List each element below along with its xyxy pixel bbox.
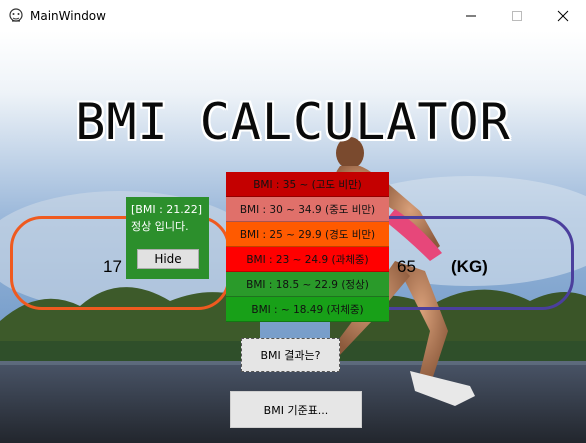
window-title: MainWindow: [30, 8, 106, 23]
hide-button[interactable]: Hide: [137, 249, 199, 269]
bmi-criteria-table-button[interactable]: BMI 기준표...: [230, 391, 362, 428]
bmi-scale-row-normal: BMI : 18.5 ~ 22.9 (정상): [226, 272, 389, 297]
bmi-scale: BMI : 35 ~ (고도 비만) BMI : 30 ~ 34.9 (중도 비…: [226, 172, 389, 322]
height-input[interactable]: 17: [103, 257, 122, 277]
close-button[interactable]: [540, 0, 586, 31]
weight-unit-label: (KG): [451, 257, 488, 276]
title-bar[interactable]: MainWindow: [0, 0, 586, 31]
weight-input[interactable]: 65: [397, 257, 416, 277]
minimize-icon: [466, 15, 476, 16]
check-bmi-result-button[interactable]: BMI 결과는?: [241, 338, 340, 372]
main-window: MainWindow BMI CALCULATOR 17 65 (KG) [BM…: [0, 0, 586, 443]
bmi-scale-row-mild-obesity: BMI : 25 ~ 29.9 (경도 비만): [226, 222, 389, 247]
client-area: BMI CALCULATOR 17 65 (KG) [BMI : 21.22] …: [0, 31, 586, 443]
maximize-icon: [512, 10, 522, 21]
minimize-button[interactable]: [448, 0, 494, 31]
bmi-result-value: [BMI : 21.22]: [131, 203, 203, 216]
bmi-scale-row-severe-obesity: BMI : 35 ~ (고도 비만): [226, 172, 389, 197]
app-heading: BMI CALCULATOR: [75, 93, 511, 151]
bmi-result-panel: [BMI : 21.22] 정상 입니다. Hide: [126, 197, 209, 279]
bmi-scale-row-moderate-obesity: BMI : 30 ~ 34.9 (중도 비만): [226, 197, 389, 222]
close-icon: [557, 10, 569, 21]
bmi-scale-row-underweight: BMI : ~ 18.49 (저체중): [226, 297, 389, 322]
maximize-button[interactable]: [494, 0, 540, 31]
bmi-result-status: 정상 입니다.: [131, 220, 189, 233]
app-icon: [9, 7, 23, 22]
bmi-scale-row-overweight: BMI : 23 ~ 24.9 (과체중): [226, 247, 389, 272]
